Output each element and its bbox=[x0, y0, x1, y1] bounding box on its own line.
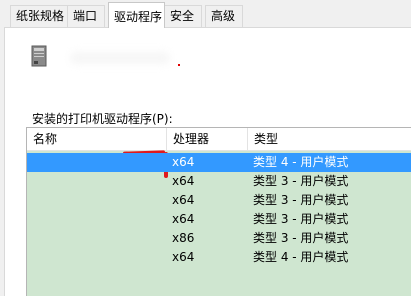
processor-cell: x64 bbox=[172, 212, 195, 226]
processor-cell: x64 bbox=[172, 155, 195, 169]
tab-advanced[interactable]: 高级 bbox=[205, 5, 243, 27]
column-type[interactable]: 类型 bbox=[248, 128, 411, 150]
installed-drivers-label: 安装的打印机驱动程序(P): bbox=[32, 112, 173, 126]
type-cell: 类型 4 - 用户模式 bbox=[253, 250, 349, 264]
type-cell: 类型 3 - 用户模式 bbox=[253, 231, 349, 245]
table-row[interactable]: x64 类型 3 - 用户模式 bbox=[27, 172, 411, 191]
table-row[interactable]: x64 类型 4 - 用户模式 bbox=[27, 153, 411, 172]
type-cell: 类型 3 - 用户模式 bbox=[253, 193, 349, 207]
column-processor[interactable]: 处理器 bbox=[167, 128, 248, 150]
processor-cell: x64 bbox=[172, 174, 195, 188]
processor-cell: x64 bbox=[172, 250, 195, 264]
table-row[interactable]: x64 类型 3 - 用户模式 bbox=[27, 191, 411, 210]
table-row[interactable]: x64 类型 4 - 用户模式 bbox=[27, 248, 411, 267]
table-row[interactable]: x64 类型 3 - 用户模式 bbox=[27, 210, 411, 229]
column-name[interactable]: 名称 bbox=[27, 128, 167, 150]
list-header: 名称 处理器 类型 bbox=[27, 128, 411, 151]
tab-driver[interactable]: 驱动程序 bbox=[108, 2, 165, 28]
type-cell: 类型 3 - 用户模式 bbox=[253, 174, 349, 188]
redaction-mark bbox=[178, 64, 180, 66]
tab-security[interactable]: 安全 bbox=[164, 5, 202, 27]
processor-cell: x86 bbox=[172, 231, 195, 245]
printer-icon bbox=[31, 45, 47, 67]
redacted-printer-name bbox=[70, 52, 170, 64]
tab-ports[interactable]: 端口 bbox=[67, 5, 105, 27]
table-row[interactable]: x86 类型 3 - 用户模式 bbox=[27, 229, 411, 248]
driver-list[interactable]: 名称 处理器 类型 x64 类型 4 - 用户模式 x64 类型 3 - 用户模… bbox=[26, 127, 411, 296]
type-cell: 类型 3 - 用户模式 bbox=[253, 212, 349, 226]
tab-paper[interactable]: 纸张规格 bbox=[10, 5, 68, 27]
type-cell: 类型 4 - 用户模式 bbox=[253, 155, 349, 169]
processor-cell: x64 bbox=[172, 193, 195, 207]
tab-strip: 纸张规格 端口 驱动程序 安全 高级 bbox=[0, 0, 411, 28]
